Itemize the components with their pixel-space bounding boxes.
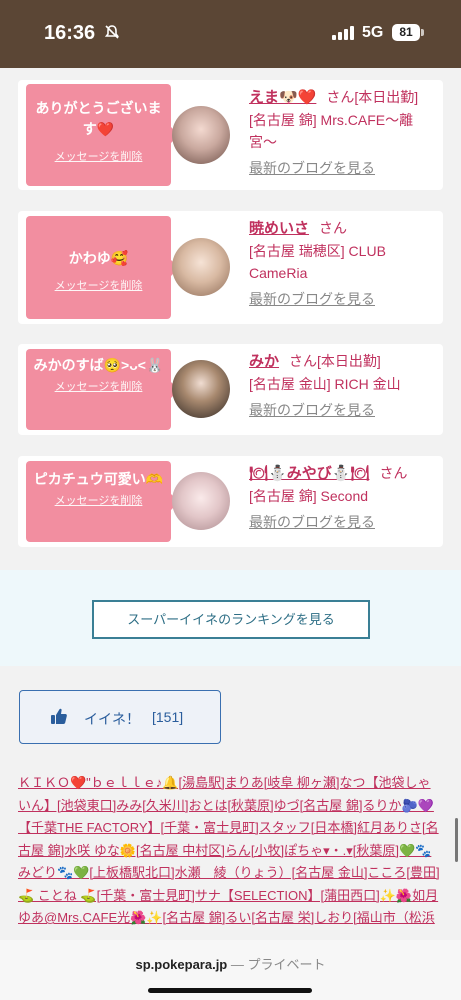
message-card: ありがとうございます❤️ メッセージを削除 えま🐶❤️ さん[本日出勤] [名古屋… [18,80,443,190]
liked-by-list[interactable]: ＫＩＫＯ❤️"ｂｅｌｌｅ♪🔔[湯島駅]まりあ[岐阜 柳ヶ瀬]なつ【池袋しゃいん】… [18,772,442,932]
cast-info: 暁めいさ さん [名古屋 瑞穂区] CLUB CameRia 最新のブログを見る [249,217,439,310]
delete-message-link[interactable]: メッセージを削除 [26,148,171,164]
signal-icon [332,26,354,40]
iine-button[interactable]: イイネ！ [151] [19,690,221,744]
message-text: かわゆ🥰 [68,250,129,266]
private-mode-label: プライベート [247,957,326,972]
message-card: かわゆ🥰 メッセージを削除 暁めいさ さん [名古屋 瑞穂区] CLUB Came… [18,211,443,324]
latest-blog-link[interactable]: 最新のブログを見る [249,399,439,421]
cast-name-link[interactable]: 🍽⛄みやび⛄🍽 [249,465,369,482]
cast-shop: [名古屋 瑞穂区] CLUB CameRia [249,243,386,281]
latest-blog-link[interactable]: 最新のブログを見る [249,288,439,310]
cast-suffix: さん[本日出勤] [326,89,419,105]
message-text: みかのすば🥺>︎ᴗ<🐰 [33,357,164,373]
cast-name-link[interactable]: みか [249,353,279,370]
avatar[interactable] [172,106,230,164]
cast-suffix: さん[本日出勤] [289,353,381,369]
bell-muted-icon [104,24,120,44]
message-list: ありがとうございます❤️ メッセージを削除 えま🐶❤️ さん[本日出勤] [名古屋… [0,68,461,570]
message-text: ピカチュウ可愛い🫶 [33,471,164,487]
avatar[interactable] [172,360,230,418]
avatar[interactable] [172,472,230,530]
cast-shop: [名古屋 金山] RICH 金山 [249,376,401,392]
thumbs-up-icon [50,707,68,728]
url-display[interactable]: sp.pokepara.jp — プライベート [0,954,461,973]
status-time: 16:36 [44,22,96,44]
message-card: みかのすば🥺>︎ᴗ<🐰 メッセージを削除 みか さん[本日出勤] [名古屋 金山]… [18,344,443,435]
latest-blog-link[interactable]: 最新のブログを見る [249,511,439,533]
delete-message-link[interactable]: メッセージを削除 [26,277,171,293]
iine-label: イイネ！ [84,711,140,727]
message-card: ピカチュウ可愛い🫶 メッセージを削除 🍽⛄みやび⛄🍽 さん [名古屋 錦] Sec… [18,456,443,547]
delete-message-link[interactable]: メッセージを削除 [26,378,171,394]
cast-info: みか さん[本日出勤] [名古屋 金山] RICH 金山 最新のブログを見る [249,350,439,421]
url-separator: — [227,957,248,972]
iine-count: [151] [152,709,184,725]
cast-suffix: さん [379,465,408,481]
home-indicator [148,988,312,993]
cast-shop: [名古屋 錦] Mrs.CAFE〜離宮〜 [249,112,414,150]
avatar[interactable] [172,238,230,296]
message-bubble: みかのすば🥺>︎ᴗ<🐰 メッセージを削除 [26,349,179,430]
ranking-button[interactable]: スーパーイイネのランキングを見る [92,600,370,639]
status-bar: 16:36 5G 81 [0,0,461,68]
message-bubble: ありがとうございます❤️ メッセージを削除 [26,84,179,186]
cast-info: えま🐶❤️ さん[本日出勤] [名古屋 錦] Mrs.CAFE〜離宮〜 最新のブロ… [249,86,439,179]
latest-blog-link[interactable]: 最新のブログを見る [249,157,439,179]
delete-message-link[interactable]: メッセージを削除 [26,492,171,508]
message-bubble: ピカチュウ可愛い🫶 メッセージを削除 [26,461,179,542]
message-bubble: かわゆ🥰 メッセージを削除 [26,216,179,319]
scroll-indicator[interactable] [455,818,458,862]
cast-name-link[interactable]: えま🐶❤️ [249,89,316,106]
cast-name-link[interactable]: 暁めいさ [249,220,309,237]
url-host: sp.pokepara.jp [135,957,228,972]
battery-tip [421,29,424,36]
ranking-section: スーパーイイネのランキングを見る [0,570,461,666]
battery-icon: 81 [392,24,420,41]
network-type: 5G [362,24,384,41]
message-text: ありがとうございます❤️ [35,100,162,137]
cast-suffix: さん [319,220,348,236]
cast-info: 🍽⛄みやび⛄🍽 さん [名古屋 錦] Second 最新のブログを見る [249,462,439,533]
cast-shop: [名古屋 錦] Second [249,488,369,504]
